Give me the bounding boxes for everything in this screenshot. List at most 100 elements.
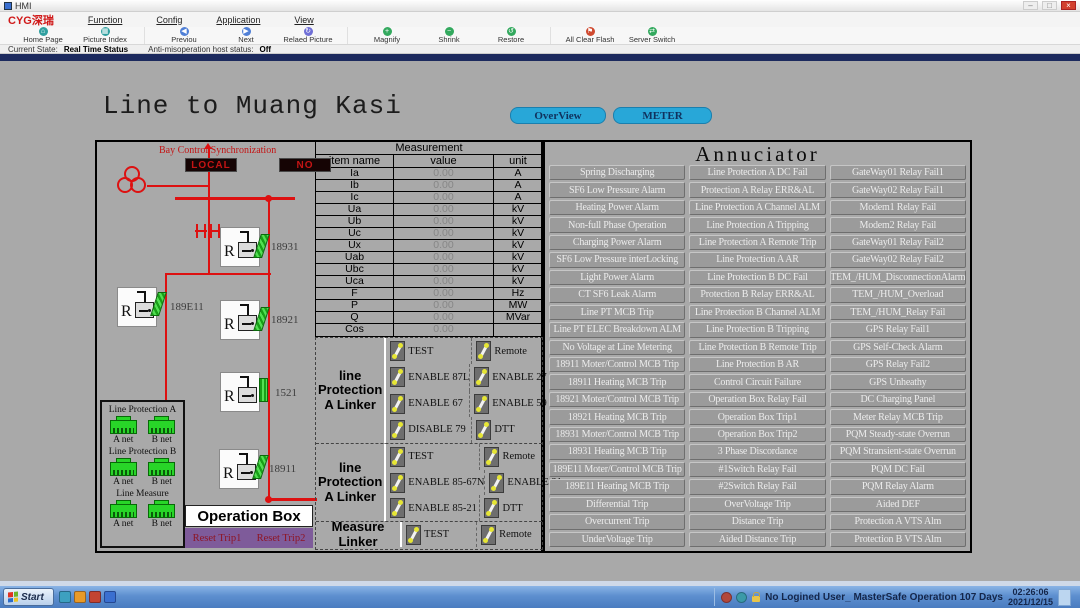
maximize-button[interactable]: □ <box>1042 1 1057 10</box>
toolbar-button-magnify[interactable]: +Magnify <box>356 27 418 44</box>
annunciator-tile[interactable]: GPS Self-Check Alarm <box>830 340 966 355</box>
annunciator-tile[interactable]: Protection B VTS Alm <box>830 532 966 547</box>
linker-switch-icon[interactable] <box>390 447 405 467</box>
annunciator-tile[interactable]: SF6 Low Pressure interLocking <box>549 252 685 267</box>
annunciator-tile[interactable]: Aided DEF <box>830 497 966 512</box>
annunciator-tile[interactable]: #1Switch Relay Fail <box>689 462 825 477</box>
annunciator-tile[interactable]: 18911 Moter/Control MCB Trip <box>549 357 685 372</box>
annunciator-tile[interactable]: UnderVoltage Trip <box>549 532 685 547</box>
annunciator-tile[interactable]: Line Protection B Tripping <box>689 322 825 337</box>
annunciator-tile[interactable]: TEM_/HUM_Relay Fail <box>830 305 966 320</box>
nav-button-overview[interactable]: OverView <box>510 107 606 124</box>
annunciator-tile[interactable]: GateWay02 Relay Fail2 <box>830 252 966 267</box>
menu-item-application[interactable]: Application <box>216 15 260 25</box>
annunciator-tile[interactable]: SF6 Low Pressure Alarm <box>549 182 685 197</box>
annunciator-tile[interactable]: Heating Power Alarm <box>549 200 685 215</box>
annunciator-tile[interactable]: Overcurrent Trip <box>549 514 685 529</box>
annunciator-tile[interactable]: PQM Steady-state Overrun <box>830 427 966 442</box>
linker-switch-icon[interactable] <box>390 420 405 440</box>
linker-switch-icon[interactable] <box>390 498 405 518</box>
annunciator-tile[interactable]: Aided Distance Trip <box>689 532 825 547</box>
annunciator-tile[interactable]: TEM_/HUM_DisconnectionAlarm <box>830 270 966 285</box>
tray-icon-1[interactable] <box>721 592 732 603</box>
annunciator-tile[interactable]: Line Protection A AR <box>689 252 825 267</box>
menu-item-function[interactable]: Function <box>88 15 123 25</box>
annunciator-tile[interactable]: GPS Unheathy <box>830 374 966 389</box>
annunciator-tile[interactable]: Light Power Alarm <box>549 270 685 285</box>
annunciator-tile[interactable]: 18931 Moter/Control MCB Trip <box>549 427 685 442</box>
annunciator-tile[interactable]: Line Protection A Channel ALM <box>689 200 825 215</box>
linker-switch-icon[interactable] <box>390 394 405 414</box>
annunciator-tile[interactable]: 189E11 Heating MCB Trip <box>549 479 685 494</box>
toolbar-button-server-switch[interactable]: ⇄Server Switch <box>621 27 683 44</box>
annunciator-tile[interactable]: PQM Stransient-state Overrun <box>830 444 966 459</box>
menu-item-config[interactable]: Config <box>156 15 182 25</box>
breaker-18931[interactable]: R <box>220 227 260 267</box>
annunciator-tile[interactable]: 189E11 Moter/Control MCB Trip <box>549 462 685 477</box>
toolbar-button-next[interactable]: ▶Next <box>215 27 277 44</box>
linker-switch-icon[interactable] <box>484 447 499 467</box>
breaker-189e11[interactable]: R <box>117 287 157 327</box>
annunciator-tile[interactable]: Modem2 Relay Fail <box>830 217 966 232</box>
annunciator-tile[interactable]: 18921 Heating MCB Trip <box>549 409 685 424</box>
annunciator-tile[interactable]: TEM_/HUM_Overload <box>830 287 966 302</box>
toolbar-button-previou[interactable]: ◀Previou <box>153 27 215 44</box>
annunciator-tile[interactable]: GateWay01 Relay Fail1 <box>830 165 966 180</box>
linker-switch-icon[interactable] <box>406 525 421 545</box>
linker-switch-icon[interactable] <box>476 420 491 440</box>
annunciator-tile[interactable]: Line Protection A DC Fail <box>689 165 825 180</box>
annunciator-tile[interactable]: Line Protection B Remote Trip <box>689 340 825 355</box>
linker-switch-icon[interactable] <box>481 525 496 545</box>
annunciator-tile[interactable]: PQM DC Fail <box>830 462 966 477</box>
annunciator-tile[interactable]: Charging Power Alarm <box>549 235 685 250</box>
toolbar-button-restore[interactable]: ↺Restore <box>480 27 542 44</box>
toolbar-button-picture-index[interactable]: ▦Picture Index <box>74 27 136 44</box>
linker-switch-icon[interactable] <box>489 473 504 493</box>
annunciator-tile[interactable]: PQM Relay Alarm <box>830 479 966 494</box>
annunciator-tile[interactable]: No Voltage at Line Metering <box>549 340 685 355</box>
quick-launch-icon-4[interactable] <box>104 591 116 603</box>
annunciator-tile[interactable]: CT SF6 Leak Alarm <box>549 287 685 302</box>
annunciator-tile[interactable]: Control Circuit Failure <box>689 374 825 389</box>
annunciator-tile[interactable]: Line PT ELEC Breakdown ALM <box>549 322 685 337</box>
annunciator-tile[interactable]: #2Switch Relay Fail <box>689 479 825 494</box>
annunciator-tile[interactable]: Differential Trip <box>549 497 685 512</box>
annunciator-tile[interactable]: Distance Trip <box>689 514 825 529</box>
breaker-18921[interactable]: R <box>220 300 260 340</box>
reset-button-reset-trip1[interactable]: Reset Trip1 <box>185 528 249 548</box>
annunciator-tile[interactable]: Line Protection B DC Fail <box>689 270 825 285</box>
quick-launch-icon-2[interactable] <box>74 591 86 603</box>
linker-switch-icon[interactable] <box>390 367 405 387</box>
linker-switch-icon[interactable] <box>484 498 499 518</box>
show-desktop-button[interactable] <box>1058 589 1071 606</box>
nav-button-meter[interactable]: METER <box>613 107 712 124</box>
annunciator-tile[interactable]: Line Protection A Remote Trip <box>689 235 825 250</box>
annunciator-tile[interactable]: Line Protection A Tripping <box>689 217 825 232</box>
annunciator-tile[interactable]: Operation Box Trip1 <box>689 409 825 424</box>
annunciator-tile[interactable]: Line Protection B AR <box>689 357 825 372</box>
breaker-1521[interactable]: R <box>220 372 260 412</box>
linker-switch-icon[interactable] <box>476 341 491 361</box>
tray-icon-2[interactable] <box>736 592 747 603</box>
annunciator-tile[interactable]: Operation Box Relay Fail <box>689 392 825 407</box>
annunciator-tile[interactable]: Spring Discharging <box>549 165 685 180</box>
annunciator-tile[interactable]: Modem1 Relay Fail <box>830 200 966 215</box>
annunciator-tile[interactable]: GateWay01 Relay Fail2 <box>830 235 966 250</box>
annunciator-tile[interactable]: 18911 Heating MCB Trip <box>549 374 685 389</box>
close-button[interactable]: × <box>1061 1 1076 10</box>
toolbar-button-shrink[interactable]: −Shrink <box>418 27 480 44</box>
breaker-18911[interactable]: R <box>219 449 259 489</box>
annunciator-tile[interactable]: 18921 Moter/Control MCB Trip <box>549 392 685 407</box>
quick-launch-icon-3[interactable] <box>89 591 101 603</box>
annunciator-tile[interactable]: OverVoltage Trip <box>689 497 825 512</box>
annunciator-tile[interactable]: GPS Relay Fail1 <box>830 322 966 337</box>
annunciator-tile[interactable]: GPS Relay Fail2 <box>830 357 966 372</box>
annunciator-tile[interactable]: Non-full Phase Operation <box>549 217 685 232</box>
annunciator-tile[interactable]: Line Protection B Channel ALM <box>689 305 825 320</box>
annunciator-tile[interactable]: GateWay02 Relay Fail1 <box>830 182 966 197</box>
annunciator-tile[interactable]: Meter Relay MCB Trip <box>830 409 966 424</box>
linker-switch-icon[interactable] <box>390 473 405 493</box>
quick-launch-icon-1[interactable] <box>59 591 71 603</box>
toolbar-button-all-clear-flash[interactable]: ⚑All Clear Flash <box>559 27 621 44</box>
annunciator-tile[interactable]: Line PT MCB Trip <box>549 305 685 320</box>
